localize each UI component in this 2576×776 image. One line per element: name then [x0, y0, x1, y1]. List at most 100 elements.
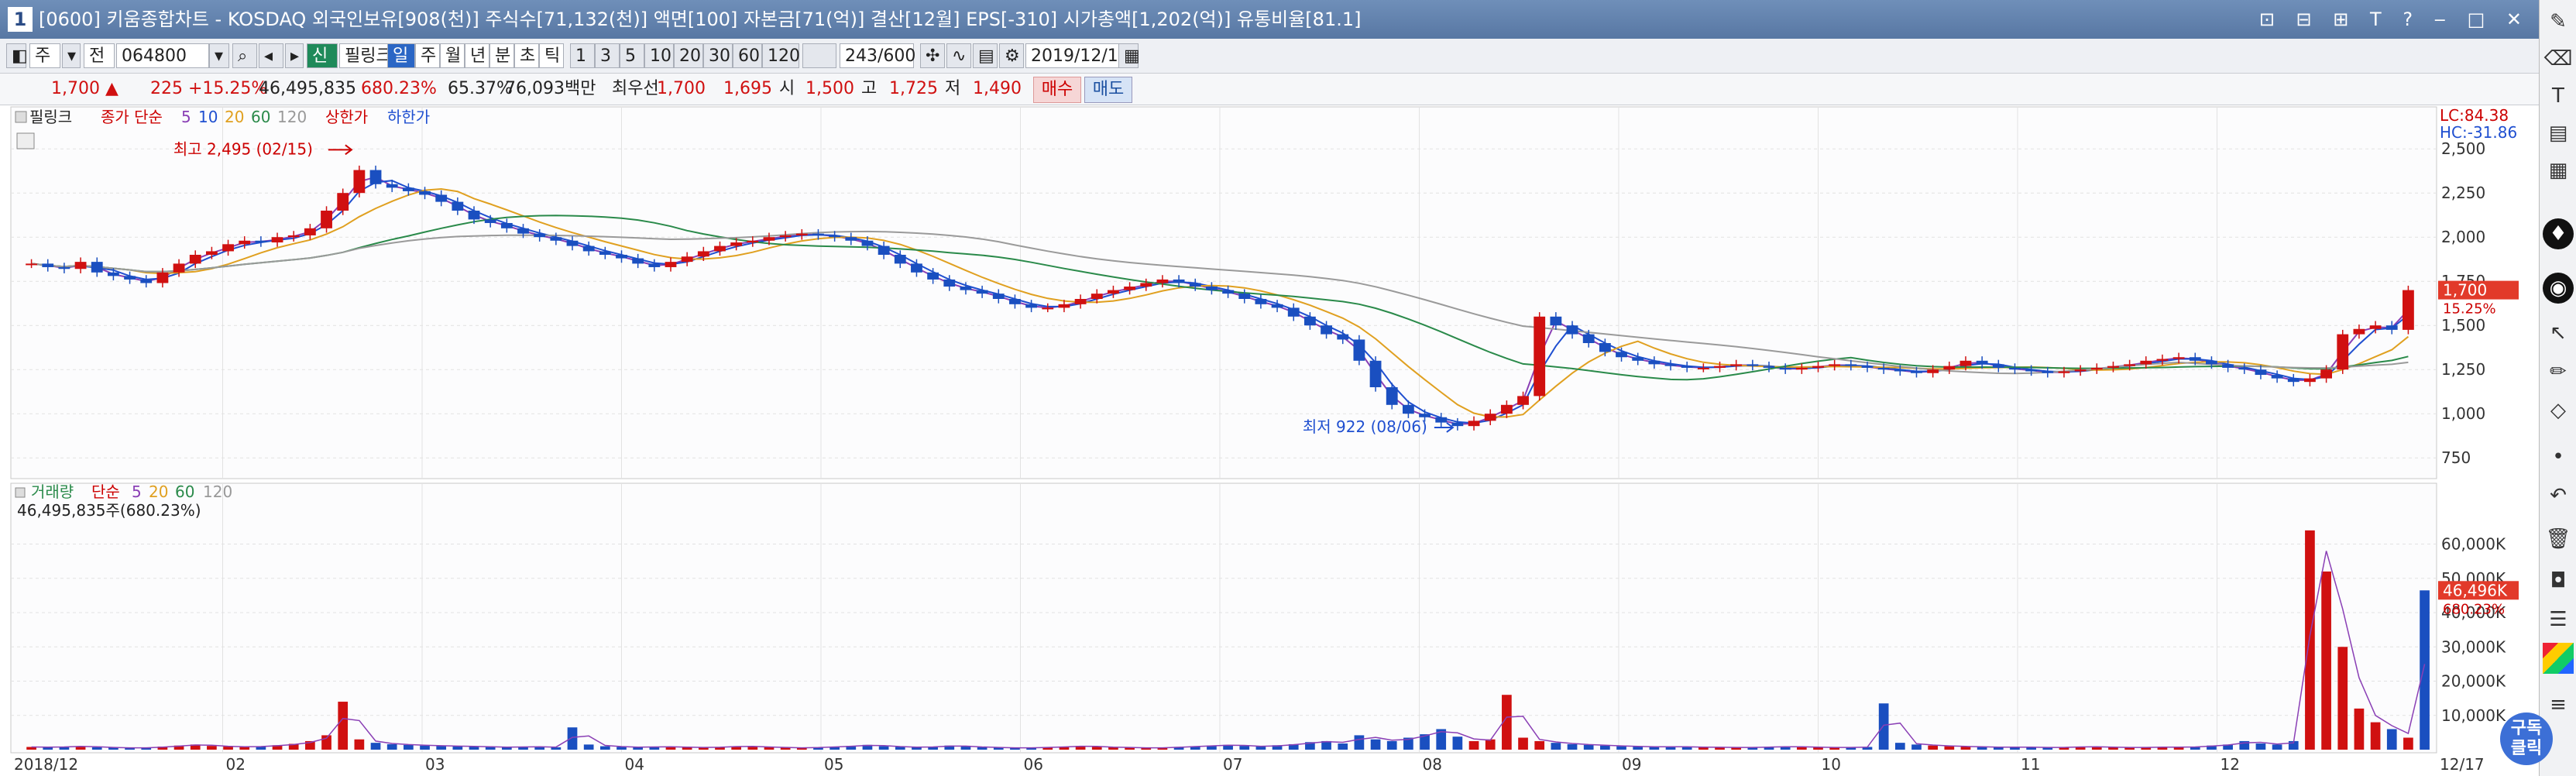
volume-bar: [2272, 744, 2282, 750]
trash-icon[interactable]: 🗑: [2543, 524, 2574, 555]
volume-bar: [1370, 739, 1381, 750]
candle-body: [239, 240, 251, 245]
turnover-rate: 65.37%: [448, 79, 513, 98]
pen-icon[interactable]: ✎: [2543, 6, 2574, 37]
list-icon[interactable]: ☰: [2543, 604, 2574, 635]
volume-bar: [436, 746, 447, 750]
dot-icon[interactable]: •: [2543, 441, 2574, 472]
undo-icon[interactable]: ↶: [2543, 480, 2574, 511]
tab-minute[interactable]: 분: [489, 43, 514, 68]
candle-body: [74, 262, 87, 270]
candle-body: [534, 233, 546, 238]
candle-body: [616, 255, 627, 259]
vlegend-ma120: 120: [203, 482, 232, 501]
data-count[interactable]: 243/600: [840, 43, 915, 68]
subscribe-badge[interactable]: 구독 클릭: [2500, 712, 2553, 765]
list2-icon[interactable]: ≡: [2543, 689, 2574, 720]
candle-body: [697, 251, 709, 257]
wave-icon[interactable]: ∿: [946, 43, 971, 68]
price-y-tick: 1,000: [2441, 404, 2485, 423]
stock-code-input[interactable]: 064800: [116, 43, 209, 68]
candle-body: [1337, 334, 1349, 340]
tab-second[interactable]: 초: [514, 43, 539, 68]
prev-icon[interactable]: ▸: [285, 43, 304, 68]
candle-body: [911, 263, 922, 273]
tab-year[interactable]: 년: [465, 43, 489, 68]
sell-button[interactable]: 매도: [1084, 77, 1132, 103]
candle-body: [1222, 290, 1234, 294]
x-tick: 07: [1223, 755, 1242, 774]
eraser2-icon[interactable]: ◇: [2543, 395, 2574, 426]
chart-menu-icon[interactable]: ◧: [6, 43, 28, 68]
grid-icon[interactable]: ▦: [2543, 155, 2574, 186]
interval-20[interactable]: 20: [674, 43, 703, 68]
code-dropdown-icon[interactable]: ▾: [209, 43, 229, 68]
price-y-tick: 1,250: [2441, 360, 2485, 379]
camera-icon[interactable]: ◘: [2543, 565, 2574, 596]
window-controls[interactable]: ⊡ ⊟ ⊞ T ? ‒ □ ✕: [2259, 0, 2530, 39]
candle-body: [1566, 325, 1578, 335]
eraser-icon[interactable]: ⌫: [2543, 43, 2574, 74]
candle-body: [321, 211, 332, 228]
chart-icon[interactable]: ▤: [2543, 118, 2574, 149]
interval-30[interactable]: 30: [703, 43, 733, 68]
candle-body: [1353, 339, 1365, 361]
volume-bar: [1583, 744, 1594, 750]
candle-body: [369, 170, 382, 184]
calendar-icon[interactable]: ▦: [1118, 43, 1140, 68]
pencil-icon[interactable]: ✏: [2543, 356, 2574, 387]
candle-body: [599, 251, 611, 255]
period-select[interactable]: 주: [29, 43, 60, 68]
candle-body: [1877, 367, 1890, 370]
tab-week[interactable]: 주: [415, 43, 440, 68]
search-icon[interactable]: ⌕: [232, 43, 257, 68]
candle-body: [566, 240, 579, 246]
window-title: [0600] 키움종합차트 - KOSDAQ 외국인보유[908(천)] 주식수…: [39, 9, 1362, 30]
cursor-icon[interactable]: ✣: [920, 43, 945, 68]
volume-bar: [1894, 743, 1905, 750]
stock-chart[interactable]: 2,5002,2502,0001,7501,5001,2501,00075060…: [0, 105, 2539, 776]
eye-icon[interactable]: ◉: [2543, 273, 2574, 304]
volume-bar: [567, 727, 578, 750]
candle-body: [42, 263, 54, 267]
buy-button[interactable]: 매수: [1033, 77, 1081, 103]
candle-body: [1829, 364, 1841, 366]
period-dropdown-icon[interactable]: ▾: [62, 43, 81, 68]
candle-body: [2304, 378, 2316, 383]
volume-bar: [207, 746, 217, 750]
volume-bar: [617, 747, 627, 750]
bulb-icon[interactable]: ♦: [2543, 218, 2574, 249]
candle-body: [1517, 396, 1529, 405]
text-tool-icon[interactable]: T: [2543, 81, 2574, 112]
candle-body: [730, 242, 743, 246]
pointer-icon[interactable]: ↖: [2543, 318, 2574, 349]
save-icon[interactable]: ▤: [973, 43, 998, 68]
volume-y-tick: 30,000K: [2441, 637, 2506, 656]
volume-legend-toggle-icon[interactable]: [15, 487, 26, 498]
current-volume-pct-text: 680.23%: [2443, 601, 2505, 617]
candle-body: [419, 191, 431, 195]
interval-60[interactable]: 60: [733, 43, 762, 68]
market-select[interactable]: 전: [84, 43, 115, 68]
tab-day[interactable]: 일: [387, 43, 415, 68]
interval-120[interactable]: 120: [762, 43, 800, 68]
candle-body: [2025, 369, 2038, 372]
legend-toggle-icon[interactable]: [15, 111, 27, 123]
tab-tick[interactable]: 틱: [539, 43, 564, 68]
candle-body: [1025, 304, 1038, 308]
interval-5[interactable]: 5: [620, 43, 644, 68]
interval-1[interactable]: 1: [570, 43, 595, 68]
gear-icon[interactable]: ⚙: [999, 43, 1024, 68]
volume-legend-name: 거래량: [31, 482, 74, 501]
candle-body: [1124, 287, 1136, 290]
grid-settings-icon[interactable]: [16, 132, 35, 149]
candle-body: [1697, 367, 1709, 369]
interval-3[interactable]: 3: [595, 43, 620, 68]
candle-body: [1582, 334, 1595, 343]
tab-month[interactable]: 월: [440, 43, 465, 68]
interval-10[interactable]: 10: [644, 43, 674, 68]
interval-dropdown[interactable]: [802, 43, 836, 68]
speaker-icon[interactable]: ◂: [259, 43, 283, 68]
color-palette-icon[interactable]: [2543, 643, 2574, 674]
x-tick: 06: [1024, 755, 1043, 774]
